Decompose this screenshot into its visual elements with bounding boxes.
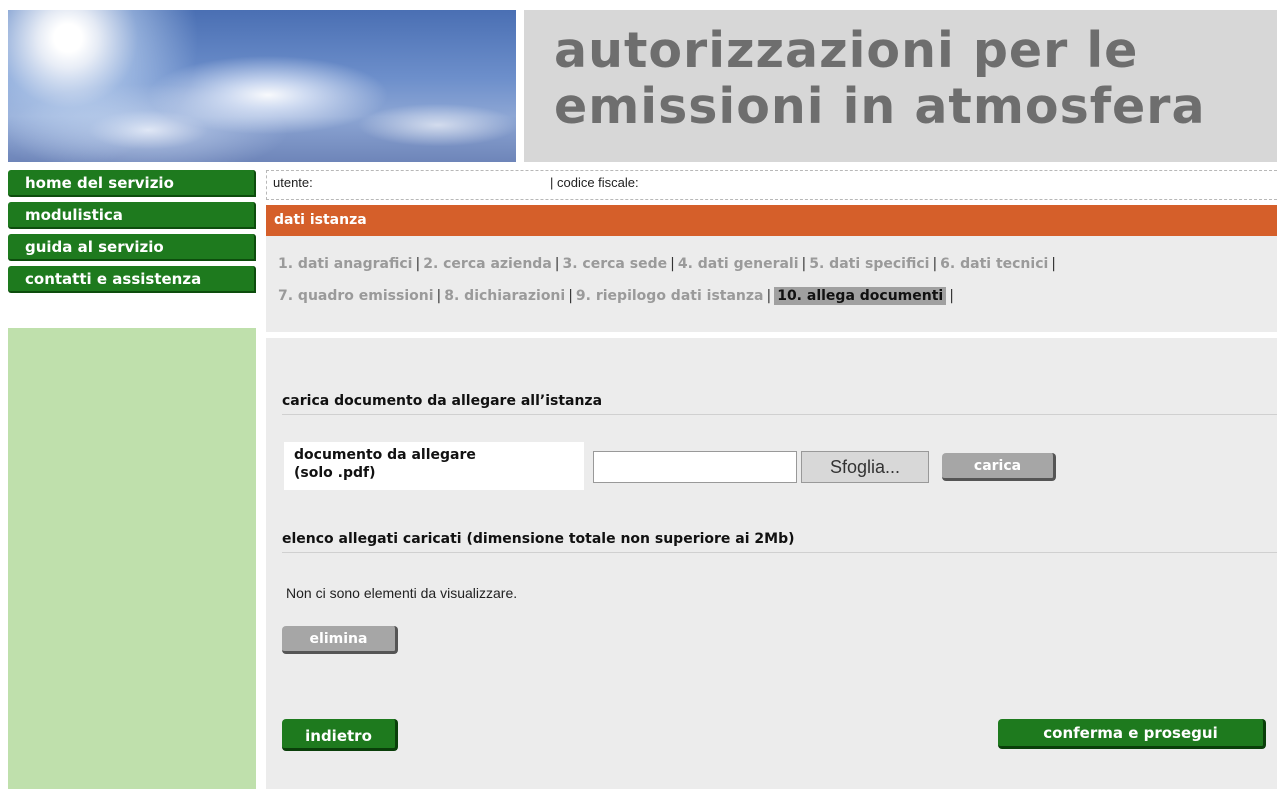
main-panel: carica documento da allegare all’istanza… [266,338,1277,789]
sidebar-panel [8,328,256,789]
file-path-input[interactable] [593,451,797,483]
attachments-heading: elenco allegati caricati (dimensione tot… [282,531,1277,553]
upload-label-line2: (solo .pdf) [294,465,376,481]
step-riepilogo[interactable]: 9. riepilogo dati istanza [576,288,764,304]
step-separator: | [1051,256,1057,272]
fiscal-code-label: | codice fiscale: [550,175,639,190]
step-separator: | [932,256,938,272]
sidebar-item-home[interactable]: home del servizio [8,170,256,197]
browse-button[interactable]: Sfoglia... [801,451,929,483]
step-separator: | [568,288,573,304]
header-title-box: autorizzazioni per le emissioni in atmos… [524,10,1277,162]
user-label: utente: [273,175,313,190]
step-separator: | [766,288,772,304]
steps-nav: 1. dati anagrafici | 2. cerca azienda | 3. c… [266,236,1277,332]
step-separator: | [436,288,442,304]
step-dati-anagrafici[interactable]: 1. dati anagrafici [278,256,412,272]
back-button[interactable]: indietro [282,719,398,751]
upload-label-line1: documento da allegare [294,447,476,463]
delete-button[interactable]: elimina [282,626,398,654]
upload-button[interactable]: carica [942,453,1056,481]
step-separator: | [670,256,675,272]
steps-row-1: 1. dati anagrafici | 2. cerca azienda | 3. c… [278,256,1277,288]
upload-field-label: documento da allegare (solo .pdf) [284,442,584,490]
sidebar-item-modulistica[interactable]: modulistica [8,202,256,229]
step-separator: | [801,256,807,272]
step-dati-tecnici[interactable]: 6. dati tecnici [940,256,1048,272]
section-title: dati istanza [266,205,1277,236]
page-title-line2: emissioni in atmosfera [554,78,1206,135]
steps-row-2: 7. quadro emissioni | 8. dichiarazioni | 9. … [278,287,1277,320]
header-sky-image [8,10,516,162]
step-separator: | [415,256,421,272]
user-info-bar: utente: | codice fiscale: [266,170,1277,200]
upload-heading: carica documento da allegare all’istanza [282,393,1277,415]
step-separator: | [554,256,560,272]
sidebar-item-contatti[interactable]: contatti e assistenza [8,266,256,293]
step-quadro-emissioni[interactable]: 7. quadro emissioni [278,288,434,304]
step-dati-specifici[interactable]: 5. dati specifici [809,256,929,272]
confirm-continue-button[interactable]: conferma e prosegui [998,719,1266,749]
step-dichiarazioni[interactable]: 8. dichiarazioni [444,288,565,304]
sidebar-nav: home del servizio modulistica guida al s… [8,170,256,298]
step-separator: | [949,288,954,304]
empty-list-message: Non ci sono elementi da visualizzare. [286,585,518,601]
sidebar-item-guida[interactable]: guida al servizio [8,234,256,261]
page-title-line1: autorizzazioni per le [554,22,1139,79]
step-cerca-azienda[interactable]: 2. cerca azienda [423,256,552,272]
step-allega-documenti-active[interactable]: 10. allega documenti [774,287,947,305]
step-cerca-sede[interactable]: 3. cerca sede [563,256,668,272]
step-dati-generali[interactable]: 4. dati generali [678,256,799,272]
